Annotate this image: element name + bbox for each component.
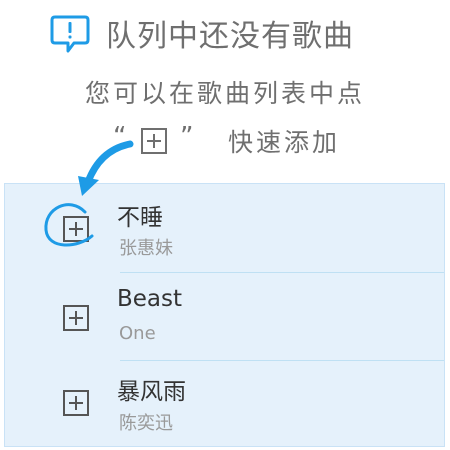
song-title: Beast [117, 286, 183, 312]
empty-queue-header: 队列中还没有歌曲 [0, 8, 450, 54]
add-to-queue-button[interactable] [62, 215, 90, 243]
quote-close: ” [180, 122, 194, 152]
song-row[interactable]: Beast One [5, 273, 444, 361]
plus-box-icon [141, 128, 167, 154]
page-title: 队列中还没有歌曲 [106, 19, 354, 54]
exclamation-bubble-icon [50, 15, 90, 53]
hint-suffix: 快速添加 [228, 128, 341, 157]
hint-line-2: “ ” 快速添加 [0, 122, 450, 158]
song-row[interactable]: 暴风雨 陈奕迅 [5, 361, 444, 449]
song-artist: 张惠妹 [119, 238, 173, 259]
hint-line-1: 您可以在歌曲列表中点 [84, 79, 365, 108]
song-title: 不睡 [117, 205, 163, 231]
add-to-queue-button[interactable] [62, 389, 90, 417]
add-to-queue-button[interactable] [62, 304, 90, 332]
quote-open: “ [113, 122, 127, 152]
song-row[interactable]: 不睡 张惠妹 [5, 184, 444, 272]
song-title: 暴风雨 [117, 379, 186, 405]
song-artist: 陈奕迅 [119, 413, 173, 434]
song-artist: One [119, 323, 156, 344]
song-list: 不睡 张惠妹 Beast One 暴风雨 陈奕迅 [4, 183, 445, 447]
